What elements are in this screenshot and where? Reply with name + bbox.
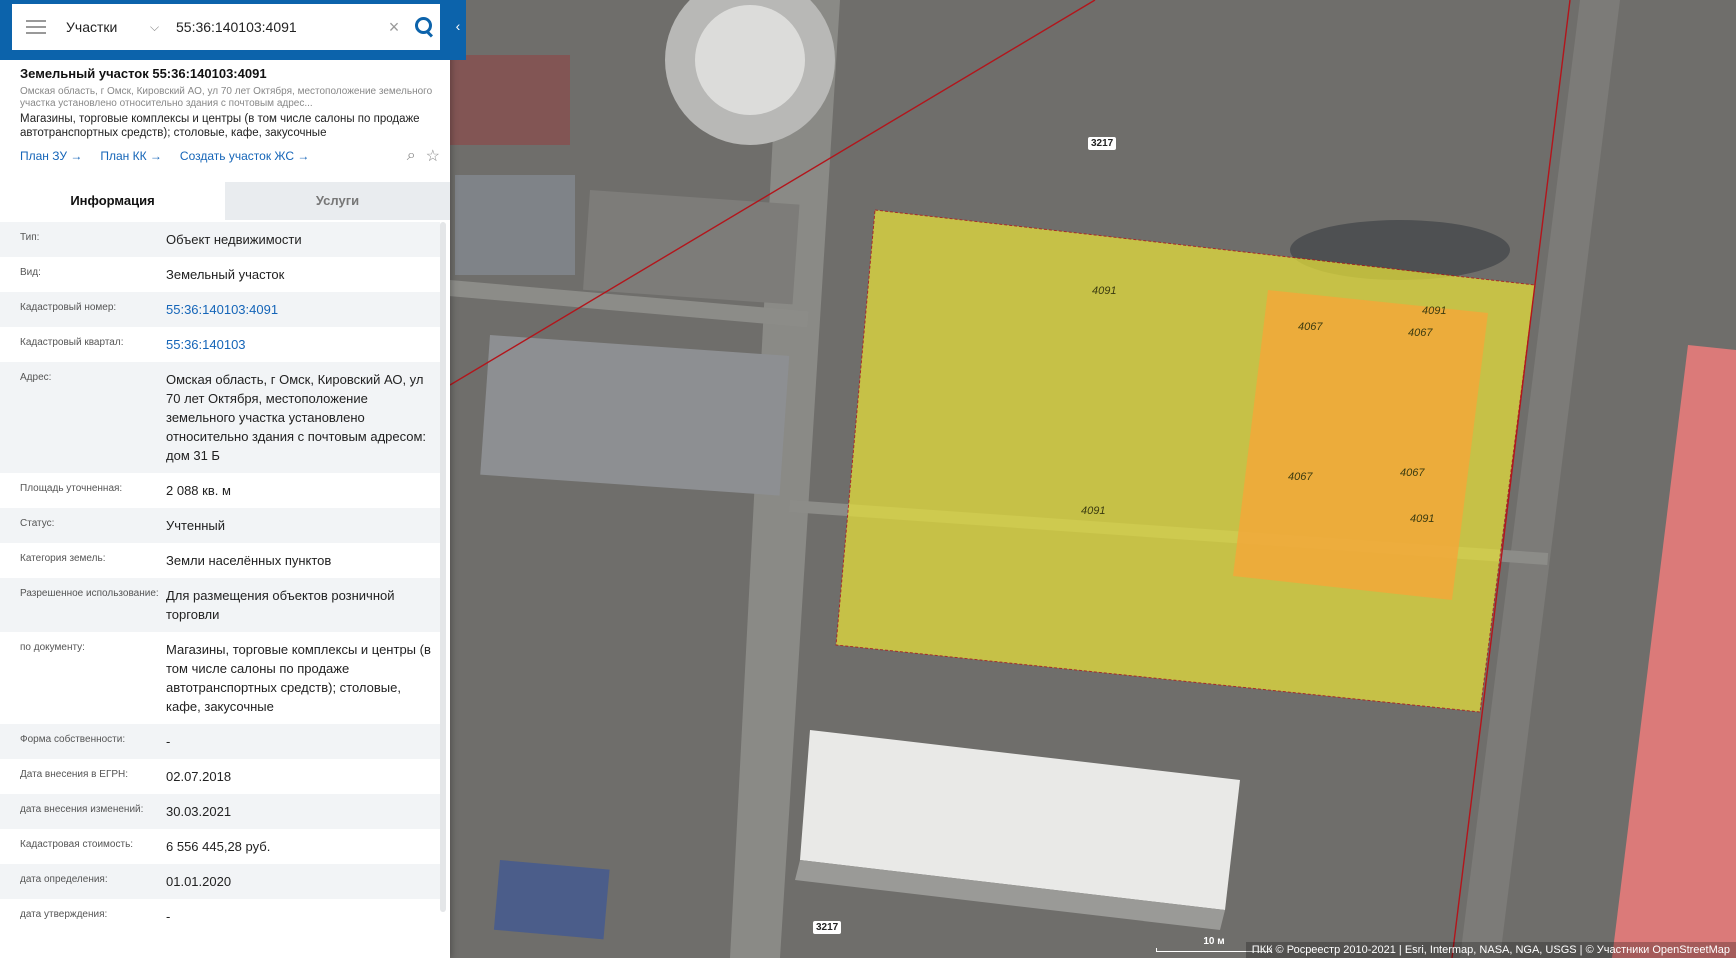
info-key: дата определения: [20,874,108,885]
info-value: 30.03.2021 [166,804,232,819]
info-value: Омская область, г Омск, Кировский АО, ул… [166,372,427,463]
info-key: Площадь уточненная: [20,483,123,494]
info-key: Кадастровая стоимость: [20,839,134,850]
info-key: Категория земель: [20,553,106,564]
search-icon[interactable] [414,16,436,38]
info-key: дата утверждения: [20,909,108,920]
info-row: дата утверждения: - [0,899,440,934]
info-row: Кадастровый квартал: 55:36:140103 [0,327,440,362]
parcel-label: 4067 [1298,321,1323,333]
info-value-link[interactable]: 55:36:140103:4091 [166,300,436,319]
info-key: Адрес: [20,372,52,383]
info-key: Статус: [20,518,55,529]
info-value: Объект недвижимости [166,232,302,247]
parcel-label: 4067 [1408,327,1433,339]
tab-services[interactable]: Услуги [225,182,450,220]
info-key: Кадастровый номер: [20,302,117,313]
action-links: План ЗУ → План КК → Создать участок ЖС →… [20,146,440,166]
map-attribution: ПКК © Росреестр 2010-2021 | Esri, Interm… [1245,942,1736,958]
info-row: Разрешенное использование: Для размещения… [0,578,440,632]
parcel-label: 4091 [1410,513,1434,525]
info-value: Земельный участок [166,267,285,282]
building [450,55,570,145]
quarter-label: 3217 [813,921,842,934]
info-value: 2 088 кв. м [166,483,231,498]
object-address: Омская область, г Омск, Кировский АО, ул… [20,86,433,109]
info-value: Для размещения объектов розничной торгов… [166,588,395,622]
object-title: Земельный участок 55:36:140103:4091 [20,66,267,81]
info-value: Учтенный [166,518,226,533]
search-box: Участки ⌵ × [12,4,440,50]
info-row: дата определения: 01.01.2020 [0,864,440,899]
search-type-select[interactable]: Участки [66,19,140,35]
chevron-down-icon[interactable]: ⌵ [150,20,164,35]
info-row: Кадастровый номер: 55:36:140103:4091 [0,292,440,327]
info-key: Форма собственности: [20,734,126,745]
info-row: Тип: Объект недвижимости [0,222,440,257]
info-value: - [166,734,171,749]
info-value: Земли населённых пунктов [166,553,332,568]
info-value: 6 556 445,28 руб. [166,839,271,854]
info-key: Дата внесения в ЕГРН: [20,769,129,780]
round-building-roof [695,5,805,115]
collapse-panel-button[interactable]: ‹ [450,0,466,52]
object-header: Земельный участок 55:36:140103:4091 Омск… [20,66,440,166]
info-key: по документу: [20,642,85,653]
info-row: дата внесения изменений: 30.03.2021 [0,794,440,829]
building [493,860,610,940]
info-value: 01.01.2020 [166,874,232,889]
link-plan-zu[interactable]: План ЗУ → [20,149,82,163]
link-plan-kk[interactable]: План КК → [100,149,162,163]
object-purpose: Магазины, торговые комплексы и центры (в… [20,113,420,139]
info-value: 02.07.2018 [166,769,232,784]
info-row: по документу: Магазины, торговые комплекс… [0,632,440,724]
close-icon[interactable]: × [386,17,402,38]
info-row: Статус: Учтенный [0,508,440,543]
parcel-label: 4091 [1422,305,1446,317]
tab-information[interactable]: Информация [0,182,225,220]
menu-icon[interactable] [26,16,46,38]
info-key: дата внесения изменений: [20,804,144,815]
parcel-label: 4091 [1081,505,1105,517]
info-key: Кадастровый квартал: [20,337,124,348]
building [455,175,575,275]
info-row: Вид: Земельный участок [0,257,440,292]
parcel-label: 4091 [1092,285,1116,297]
info-panel: Земельный участок 55:36:140103:4091 Омск… [0,0,450,958]
info-row: Дата внесения в ЕГРН: 02.07.2018 [0,759,440,794]
info-key: Тип: [20,232,40,243]
quarter-label: 3217 [1088,137,1117,150]
link-create-plot[interactable]: Создать участок ЖС → [180,149,309,163]
info-value: Магазины, торговые комплексы и центры (в… [166,642,431,714]
parcel-label: 4067 [1288,471,1313,483]
info-key: Разрешенное использование: [20,588,159,599]
panel-scrollbar[interactable] [440,222,446,912]
search-input[interactable] [174,18,378,36]
search-bar: Участки ⌵ × ‹ [0,0,466,60]
document-search-icon[interactable]: ⌕ [407,147,416,165]
parcel-label: 4067 [1400,467,1425,479]
info-value: - [166,909,171,924]
info-row: Площадь уточненная: 2 088 кв. м [0,473,440,508]
info-value-link[interactable]: 55:36:140103 [166,335,436,354]
info-row: Форма собственности: - [0,724,440,759]
parcel-other [1233,290,1488,600]
star-icon[interactable]: ☆ [426,146,440,166]
info-table: Тип: Объект недвижимости Вид: Земельный уча… [0,222,440,934]
panel-tabs: Информация Услуги [0,182,450,220]
info-row: Категория земель: Земли населённых пункто… [0,543,440,578]
building [583,190,800,305]
info-key: Вид: [20,267,41,278]
building [480,335,790,496]
info-row: Адрес: Омская область, г Омск, Кировский … [0,362,440,473]
info-row: Кадастровая стоимость: 6 556 445,28 руб. [0,829,440,864]
